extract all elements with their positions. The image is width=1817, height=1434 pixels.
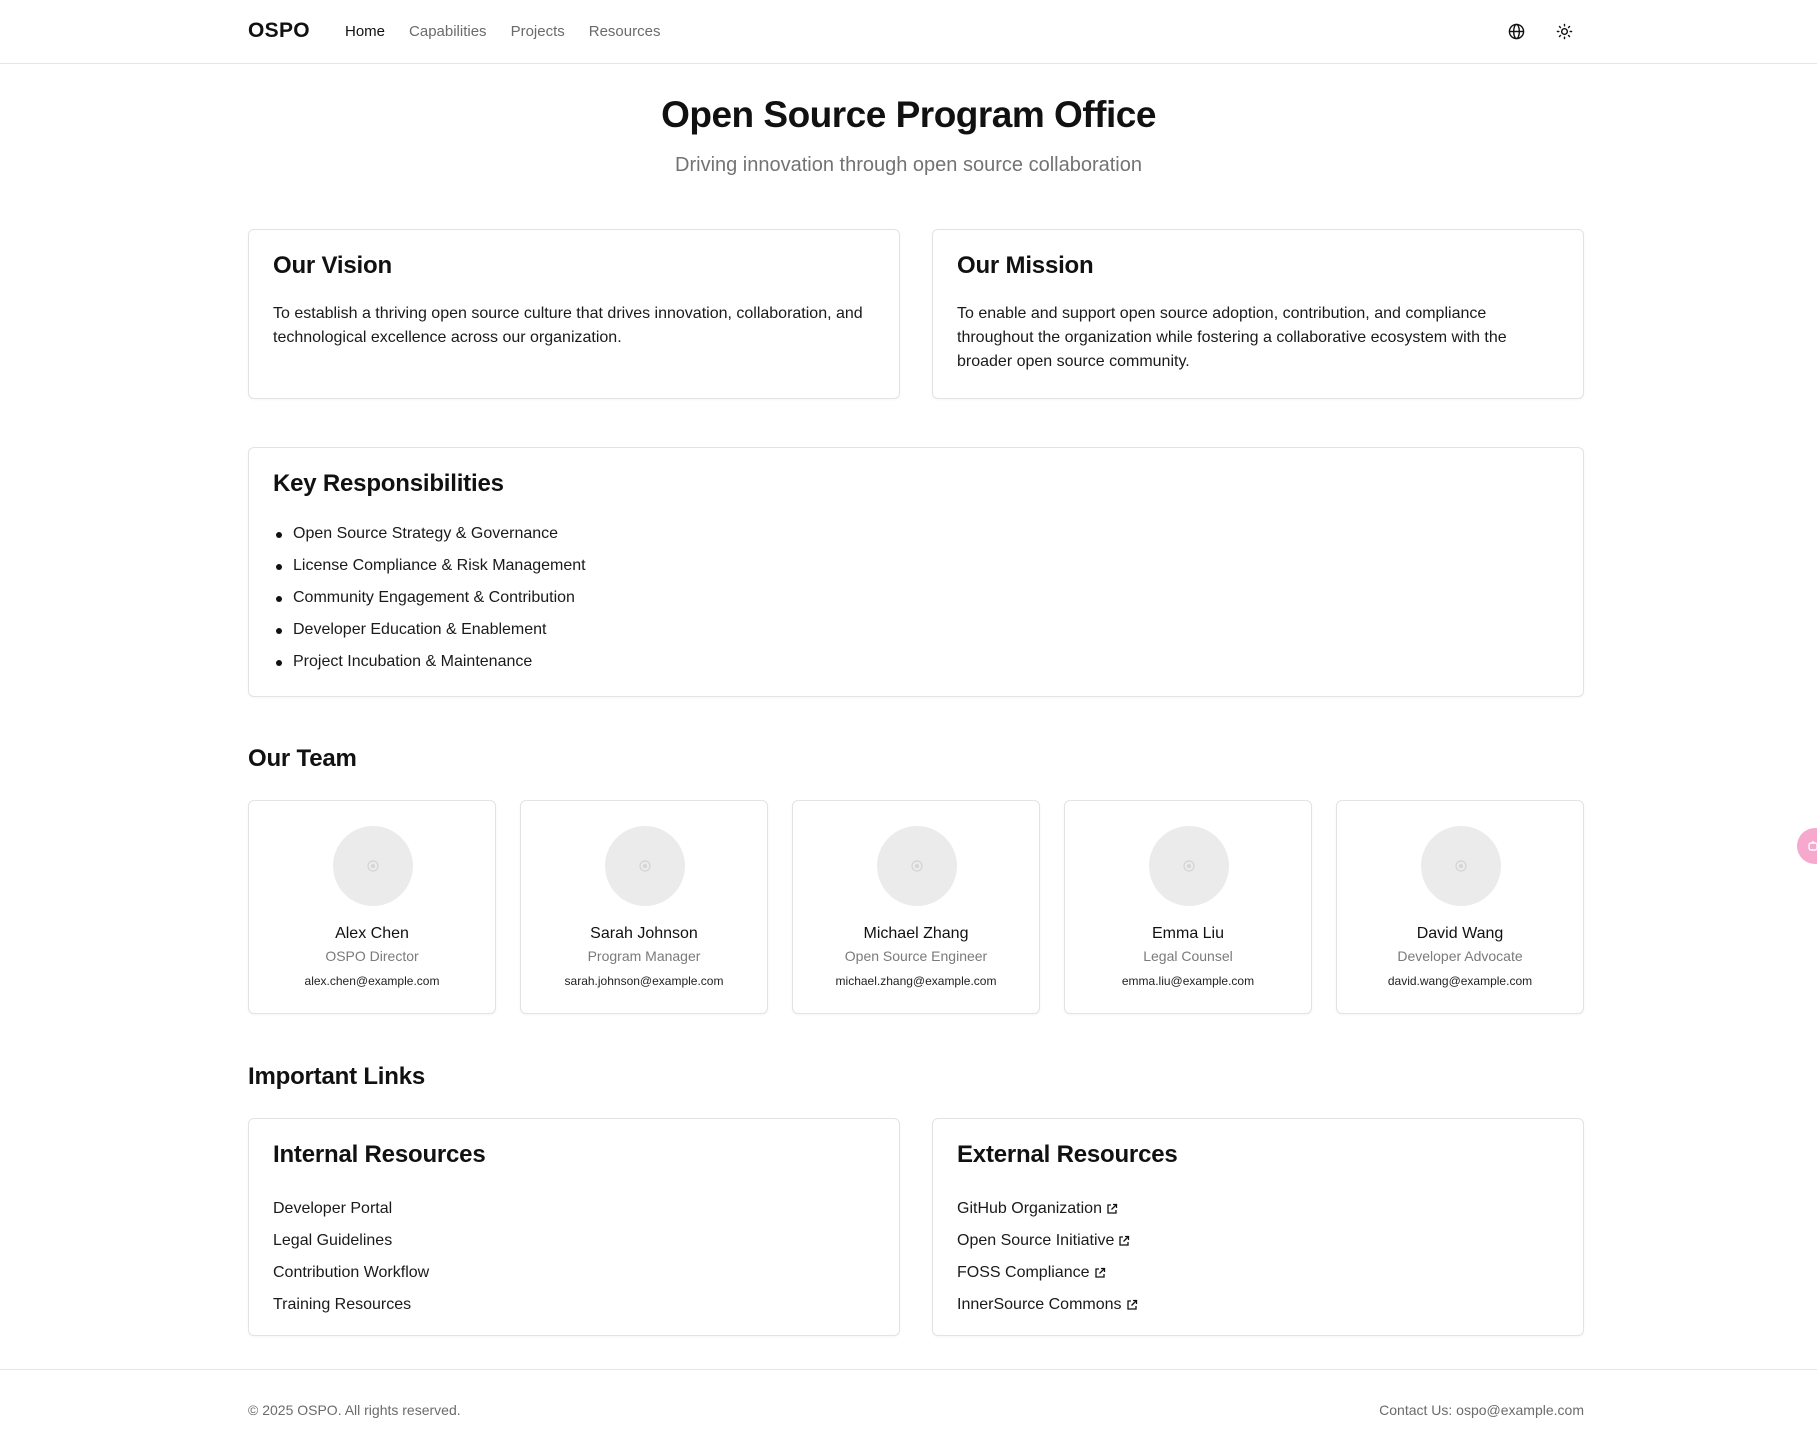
internal-links-list: Developer Portal Legal Guidelines Contri…: [273, 1193, 875, 1321]
mission-title: Our Mission: [957, 252, 1094, 279]
internal-link[interactable]: Training Resources: [273, 1296, 411, 1314]
team-member-name: Sarah Johnson: [590, 925, 698, 942]
team-member-card: Sarah Johnson Program Manager sarah.john…: [520, 800, 768, 1014]
list-item: Community Engagement & Contribution: [273, 586, 1559, 618]
team-member-email[interactable]: david.wang@example.com: [1337, 974, 1583, 988]
external-link-icon: [1106, 1203, 1118, 1215]
links-section-title: Important Links: [248, 1063, 426, 1090]
internal-resources-title: Internal Resources: [273, 1141, 486, 1168]
main-menu: Home Capabilities Projects Resources: [345, 23, 660, 40]
avatar-placeholder-icon: [1183, 860, 1195, 872]
responsibilities-list: Open Source Strategy & Governance Licens…: [273, 522, 1559, 682]
mission-text: To enable and support open source adopti…: [957, 305, 1507, 370]
external-link[interactable]: GitHub Organization: [957, 1200, 1102, 1218]
responsibilities-card: Key Responsibilities Open Source Strateg…: [248, 447, 1584, 697]
list-item: License Compliance & Risk Management: [273, 554, 1559, 586]
internal-link[interactable]: Contribution Workflow: [273, 1264, 429, 1282]
external-resources-card: External Resources GitHub Organization O…: [932, 1118, 1584, 1336]
brand-logo[interactable]: OSPO: [248, 19, 310, 43]
team-member-card: Alex Chen OSPO Director alex.chen@exampl…: [248, 800, 496, 1014]
external-link-icon: [1094, 1267, 1106, 1279]
team-member-role: OSPO Director: [325, 948, 419, 964]
mission-card: Our Mission To enable and support open s…: [932, 229, 1584, 399]
contact-text[interactable]: Contact Us: ospo@example.com: [1379, 1402, 1584, 1418]
page-subtitle: Driving innovation through open source c…: [675, 154, 1142, 176]
avatar: [877, 826, 957, 906]
team-member-name: David Wang: [1416, 925, 1504, 942]
vision-card: Our Vision To establish a thriving open …: [248, 229, 900, 399]
team-member-role: Open Source Engineer: [844, 948, 988, 964]
nav-item-projects[interactable]: Projects: [511, 23, 565, 40]
responsibilities-title: Key Responsibilities: [273, 470, 504, 497]
team-member-name: Michael Zhang: [863, 925, 969, 942]
team-member-role: Program Manager: [587, 948, 701, 964]
nav-item-home[interactable]: Home: [345, 23, 385, 40]
avatar-placeholder-icon: [639, 860, 651, 872]
team-member-email[interactable]: emma.liu@example.com: [1065, 974, 1311, 988]
nav-item-resources[interactable]: Resources: [589, 23, 661, 40]
team-section-title: Our Team: [248, 745, 357, 772]
avatar: [333, 826, 413, 906]
external-link[interactable]: InnerSource Commons: [957, 1296, 1122, 1314]
team-member-role: Legal Counsel: [1143, 948, 1233, 964]
team-member-card: Emma Liu Legal Counsel emma.liu@example.…: [1064, 800, 1312, 1014]
list-item: Developer Education & Enablement: [273, 618, 1559, 650]
team-member-email[interactable]: sarah.johnson@example.com: [521, 974, 767, 988]
avatar: [1421, 826, 1501, 906]
external-links-list: GitHub Organization Open Source Initiati…: [957, 1193, 1559, 1321]
external-link-icon: [1126, 1299, 1138, 1311]
vision-title: Our Vision: [273, 252, 392, 279]
nav-item-capabilities[interactable]: Capabilities: [409, 23, 487, 40]
copyright-text: © 2025 OSPO. All rights reserved.: [248, 1402, 461, 1418]
avatar-placeholder-icon: [367, 860, 379, 872]
avatar-placeholder-icon: [1455, 860, 1467, 872]
avatar-placeholder-icon: [911, 860, 923, 872]
list-item: Open Source Strategy & Governance: [273, 522, 1559, 554]
internal-link[interactable]: Legal Guidelines: [273, 1232, 392, 1250]
team-member-email[interactable]: alex.chen@example.com: [249, 974, 495, 988]
team-member-name: Emma Liu: [1151, 925, 1225, 942]
team-member-card: Michael Zhang Open Source Engineer micha…: [792, 800, 1040, 1014]
page-title: Open Source Program Office: [661, 94, 1156, 135]
external-link[interactable]: Open Source Initiative: [957, 1232, 1114, 1250]
globe-icon[interactable]: [1505, 20, 1527, 42]
vision-text: To establish a thriving open source cult…: [273, 305, 863, 346]
list-item: Project Incubation & Maintenance: [273, 650, 1559, 682]
avatar: [1149, 826, 1229, 906]
avatar: [605, 826, 685, 906]
floating-assistant-icon[interactable]: [1797, 828, 1817, 864]
external-resources-title: External Resources: [957, 1141, 1178, 1168]
team-member-card: David Wang Developer Advocate david.wang…: [1336, 800, 1584, 1014]
team-member-name: Alex Chen: [335, 925, 409, 942]
sun-icon[interactable]: [1553, 20, 1575, 42]
page-footer: © 2025 OSPO. All rights reserved. Contac…: [0, 1369, 1817, 1434]
internal-link[interactable]: Developer Portal: [273, 1200, 392, 1218]
external-link-icon: [1118, 1235, 1130, 1247]
team-member-role: Developer Advocate: [1397, 948, 1523, 964]
internal-resources-card: Internal Resources Developer Portal Lega…: [248, 1118, 900, 1336]
team-member-email[interactable]: michael.zhang@example.com: [793, 974, 1039, 988]
external-link[interactable]: FOSS Compliance: [957, 1264, 1090, 1282]
top-navbar: OSPO Home Capabilities Projects Resource…: [0, 0, 1817, 64]
